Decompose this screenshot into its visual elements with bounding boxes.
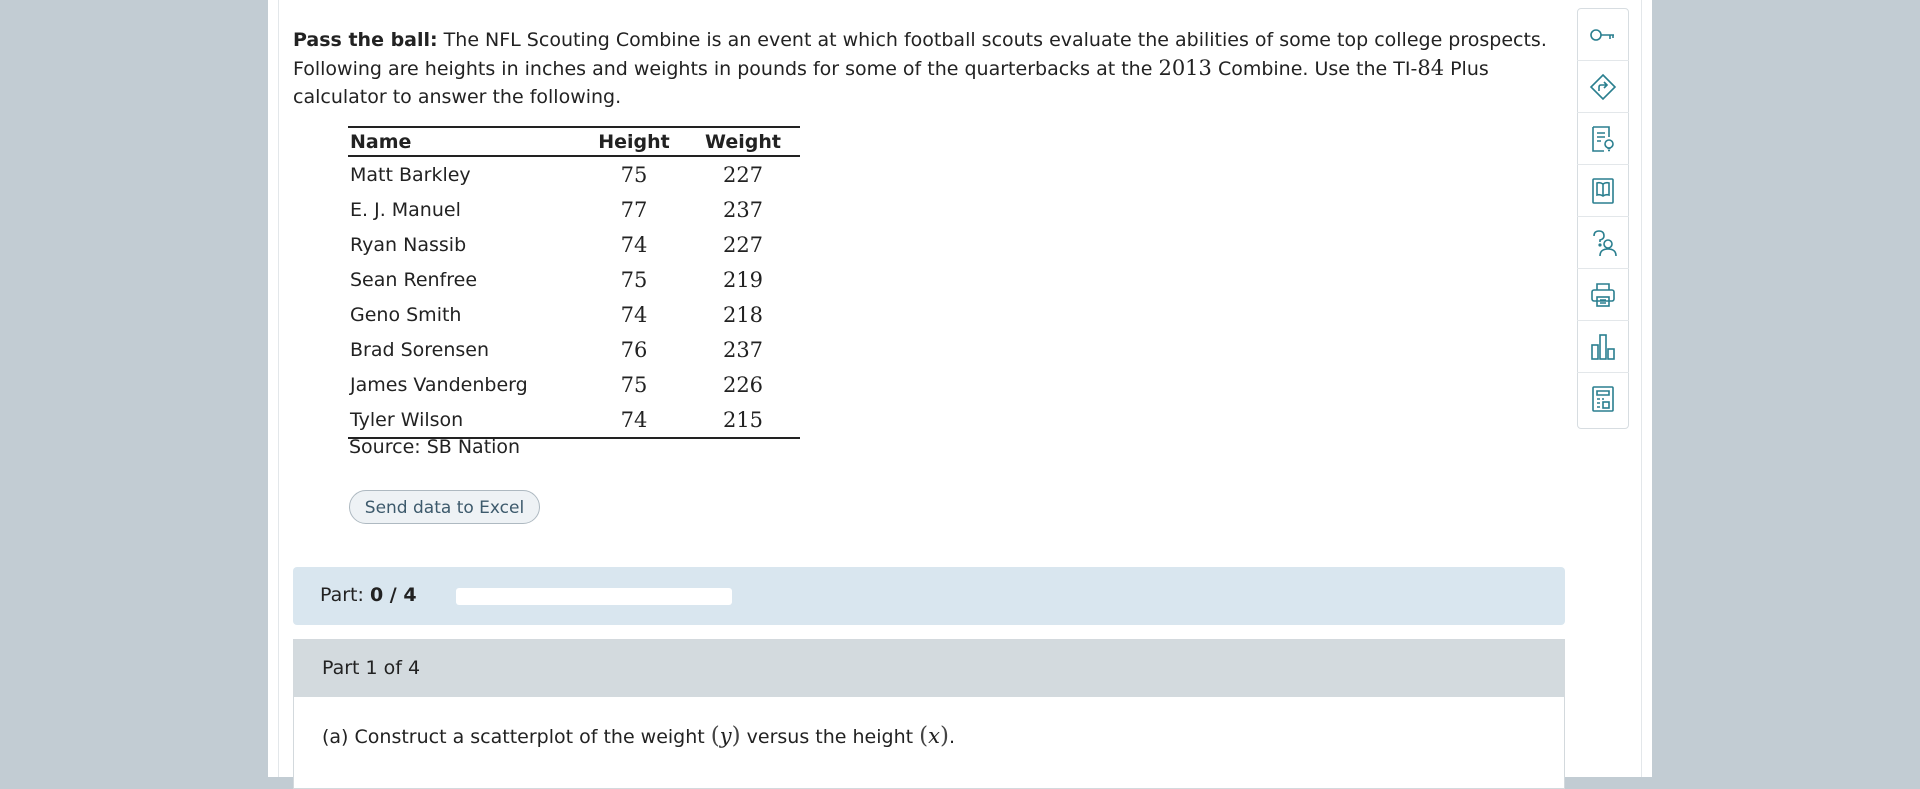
tool-sidebar [1577, 8, 1629, 429]
cell-name: Tyler Wilson [348, 402, 582, 439]
cell-height: 77 [620, 197, 648, 222]
page-border-right [1641, 0, 1642, 777]
cell-height: 76 [620, 337, 648, 362]
part-panel: Part 1 of 4 (a) Construct a scatterplot … [293, 639, 1565, 789]
table-row: Brad Sorensen 76 237 [348, 332, 800, 367]
statistics-button[interactable] [1577, 321, 1629, 373]
question-end: . [948, 726, 955, 748]
cell-name: Brad Sorensen [350, 338, 490, 361]
table-row: Sean Renfree 75 219 [348, 262, 800, 297]
table-row: E. J. Manuel 77 237 [348, 192, 800, 227]
print-icon [1591, 282, 1615, 307]
paren-open: ( [919, 723, 929, 749]
table-row: Tyler Wilson 74 215 [348, 402, 800, 439]
cell-name: James Vandenberg [350, 373, 528, 396]
cell-weight: 219 [722, 267, 764, 292]
cell-height: 74 [582, 402, 686, 439]
calculator-icon [1592, 386, 1614, 412]
variable-y: y [719, 724, 732, 748]
send-to-excel-button[interactable]: Send data to Excel [349, 490, 540, 524]
calculator-button[interactable] [1577, 373, 1629, 425]
ebook-icon [1592, 177, 1614, 204]
part-question: (a) Construct a scatterplot of the weigh… [322, 723, 955, 749]
guided-solution-button[interactable] [1577, 113, 1629, 165]
question-prefix: (a) Construct a scatterplot of the weigh… [322, 726, 711, 748]
paren-open: ( [710, 723, 720, 749]
part-header: Part 1 of 4 [294, 640, 1564, 697]
header-weight: Weight [686, 126, 800, 157]
problem-text-2: Combine. Use the TI- [1211, 58, 1418, 80]
problem-statement: Pass the ball: The NFL Scouting Combine … [293, 26, 1568, 111]
question-mid: versus the height [740, 726, 920, 748]
cell-weight: 237 [722, 337, 764, 362]
progress-panel: Part: 0 / 4 [293, 567, 1565, 625]
page-border-left [278, 0, 279, 777]
cell-weight: 215 [686, 402, 800, 439]
cell-height: 74 [620, 302, 648, 327]
cell-name: Geno Smith [350, 303, 462, 326]
progress-value: 0 / 4 [369, 584, 417, 606]
data-table: Name Height Weight Matt Barkley 75 227 E… [348, 126, 800, 439]
cell-weight: 227 [722, 232, 764, 257]
cell-height: 75 [620, 372, 648, 397]
ebook-button[interactable] [1577, 165, 1629, 217]
key-button[interactable] [1577, 9, 1629, 61]
paren-close: ) [731, 723, 741, 749]
key-icon [1590, 28, 1614, 41]
cell-height: 75 [620, 267, 648, 292]
progress-label-text: Part: [320, 584, 370, 606]
problem-calc-num: 84 [1417, 56, 1445, 80]
cell-name: Ryan Nassib [350, 233, 467, 256]
cell-weight: 226 [722, 372, 764, 397]
table-source: Source: SB Nation [349, 436, 521, 458]
paren-close: ) [939, 723, 949, 749]
progress-track [456, 588, 732, 605]
problem-year: 2013 [1158, 56, 1212, 80]
table-row: Geno Smith 74 218 [348, 297, 800, 332]
cell-height: 74 [620, 232, 648, 257]
cell-weight: 237 [722, 197, 764, 222]
cell-name: Sean Renfree [350, 268, 478, 291]
directions-button[interactable] [1577, 61, 1629, 113]
cell-name: Matt Barkley [350, 163, 471, 186]
table-row: Ryan Nassib 74 227 [348, 227, 800, 262]
variable-x: x [928, 724, 940, 748]
cell-weight: 227 [722, 162, 764, 187]
progress-label: Part: 0 / 4 [320, 584, 417, 606]
statistics-icon [1591, 333, 1615, 360]
header-name: Name [348, 126, 582, 157]
ask-help-button[interactable] [1577, 217, 1629, 269]
ask-help-icon [1593, 229, 1617, 256]
guided-solution-icon [1592, 125, 1614, 152]
problem-title: Pass the ball: [293, 29, 438, 51]
cell-name: E. J. Manuel [350, 198, 461, 221]
cell-weight: 218 [722, 302, 764, 327]
table-row: James Vandenberg 75 226 [348, 367, 800, 402]
header-height: Height [582, 126, 686, 157]
directions-icon [1589, 73, 1617, 100]
print-button[interactable] [1577, 269, 1629, 321]
table-row: Matt Barkley 75 227 [348, 156, 800, 192]
cell-height: 75 [620, 162, 648, 187]
